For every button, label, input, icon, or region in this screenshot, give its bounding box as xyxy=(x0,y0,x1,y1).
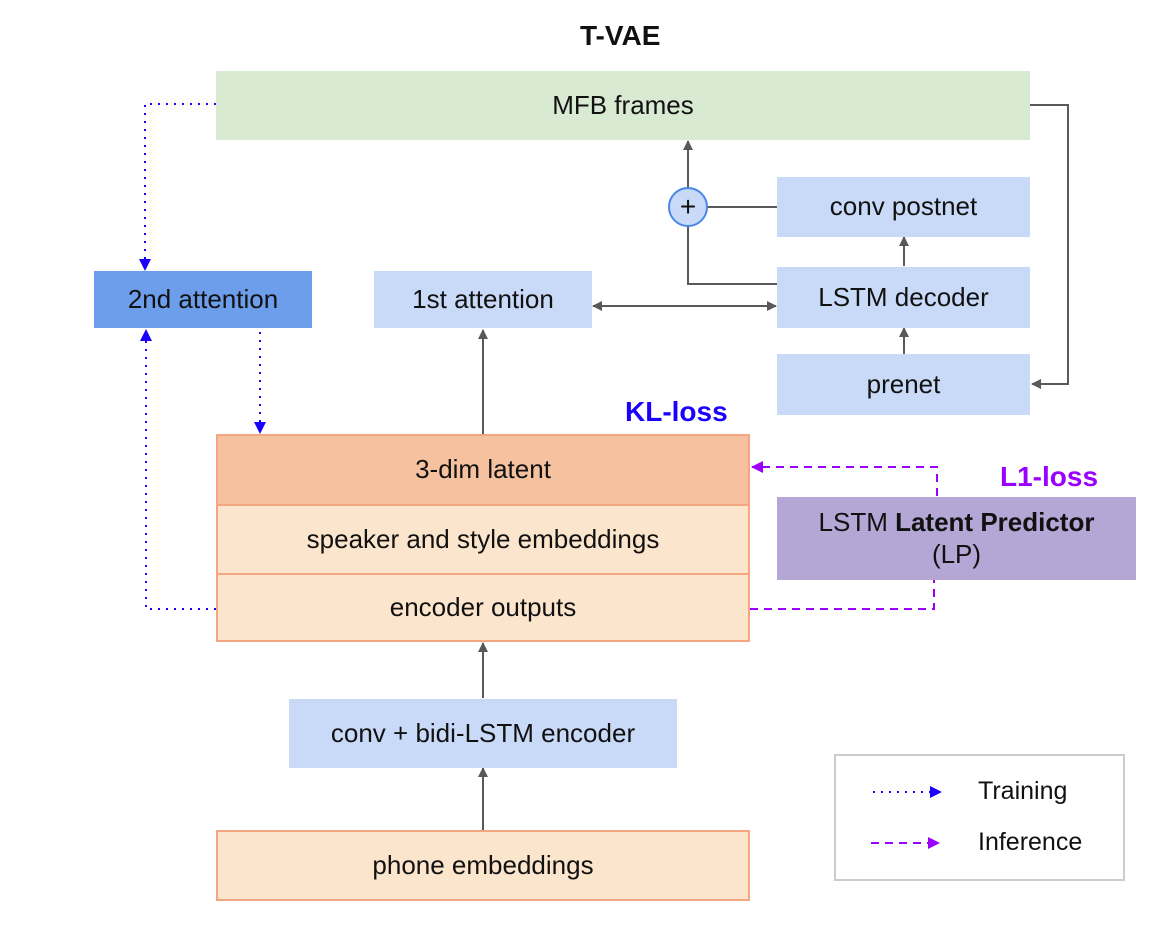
second-attention-label: 2nd attention xyxy=(127,283,279,314)
first-attention-label: 1st attention xyxy=(412,283,554,314)
latent-predictor-title: LSTM Latent Predictor xyxy=(819,507,1095,538)
training-mfb-to-2nd-attention xyxy=(139,103,216,271)
latent-predictor-box: LSTM Latent Predictor (LP) xyxy=(777,497,1136,580)
arrow-mfb-to-prenet xyxy=(1030,104,1069,389)
encoder-box: conv + bidi-LSTM encoder xyxy=(289,699,677,768)
first-attention-box: 1st attention xyxy=(374,271,592,328)
sum-node: + xyxy=(668,187,708,227)
inference-outputs-to-lp xyxy=(750,580,935,610)
latent-predictor-abbrev: (LP) xyxy=(931,538,982,569)
phone-embeddings-box: phone embeddings xyxy=(216,830,750,901)
prenet-box: prenet xyxy=(777,354,1030,415)
encoder-outputs-label: encoder outputs xyxy=(389,591,577,622)
lstm-decoder-box: LSTM decoder xyxy=(777,267,1030,328)
encoder-outputs-box: encoder outputs xyxy=(218,575,748,640)
plus-icon: + xyxy=(679,191,697,223)
latent-label: 3-dim latent xyxy=(415,454,551,485)
speaker-style-label: speaker and style embeddings xyxy=(306,523,660,554)
prenet-label: prenet xyxy=(866,368,941,399)
mfb-frames-label: MFB frames xyxy=(552,89,694,120)
line-decoder-to-sum xyxy=(687,223,777,285)
encoder-label: conv + bidi-LSTM encoder xyxy=(330,717,636,748)
conv-postnet-box: conv postnet xyxy=(777,177,1030,237)
latent-predictor-name: Latent Predictor xyxy=(895,507,1095,538)
kl-loss-label: KL-loss xyxy=(625,396,728,427)
encoder-stack: 3-dim latent speaker and style embedding… xyxy=(216,434,750,642)
conv-postnet-label: conv postnet xyxy=(829,191,978,222)
legend-training-label: Training xyxy=(978,777,1068,805)
l1-loss-label: L1-loss xyxy=(1000,461,1099,492)
second-attention-box: 2nd attention xyxy=(94,271,312,328)
inference-lp-to-latent xyxy=(751,461,938,496)
latent-box: 3-dim latent xyxy=(218,436,748,506)
legend-frame xyxy=(834,754,1125,881)
phone-embeddings-label: phone embeddings xyxy=(372,849,594,880)
speaker-style-box: speaker and style embeddings xyxy=(218,506,748,575)
lstm-decoder-label: LSTM decoder xyxy=(818,281,989,312)
latent-predictor-prefix: LSTM xyxy=(818,507,888,538)
legend-inference-label: Inference xyxy=(978,828,1083,856)
mfb-frames-box: MFB frames xyxy=(216,71,1030,140)
training-outputs-to-2nd-attention xyxy=(140,329,216,610)
